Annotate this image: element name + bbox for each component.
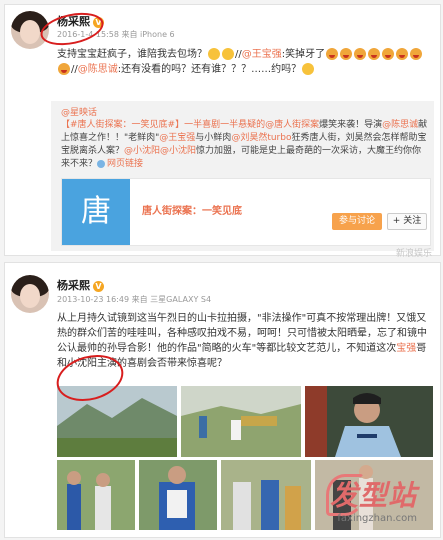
laugh-emoji-icon [396,48,409,60]
link-card[interactable]: 唐 唐人街探案：一笑见底 参与讨论 + 关注 [61,178,431,246]
mention-link[interactable]: @陈思诚 [78,64,118,75]
laugh-emoji-icon [368,48,381,60]
mention-link[interactable]: @陈思诚 [382,120,418,130]
smile-emoji-icon [302,63,315,75]
laugh-emoji-icon [354,48,367,60]
repost-author[interactable]: @星映话 [61,105,97,118]
photo-actor-standing[interactable] [139,460,217,530]
site-watermark-url: faxingzhan.com [337,513,417,524]
username[interactable]: 杨采熙 V [57,277,104,293]
laugh-emoji-icon [326,48,339,60]
mention-link[interactable]: @唐人街探案 [265,120,319,130]
avatar[interactable] [11,275,49,313]
laugh-emoji-icon [208,48,220,60]
follow-button[interactable]: + 关注 [387,213,427,230]
post-meta: 2013-10-23 16:49 来自 三星GALAXY S4 [57,295,212,304]
photo-police-actor[interactable] [305,386,433,457]
photo-crowd[interactable] [221,460,311,530]
repost-box: @星映话 【#唐人街探案：一笑见底#】一半喜剧一半悬疑的@唐人街探案爆笑来袭！导… [51,101,434,251]
mention-link[interactable]: @王宝强 [159,133,195,143]
card-thumbnail: 唐 [62,179,130,245]
source-watermark: 新浪娱乐 [395,249,432,259]
mention-link[interactable]: @刘昊然turbo [231,133,291,143]
web-link[interactable]: 网页链接 [107,159,143,169]
link-icon [97,159,106,168]
card-title[interactable]: 唐人街探案：一笑见底 [142,202,242,217]
mention-link[interactable]: @小沈阳 [160,146,196,156]
mention-link[interactable]: 宝强 [396,343,416,354]
photo-people[interactable] [57,460,135,530]
laugh-emoji-icon [382,48,395,60]
discuss-button[interactable]: 参与讨论 [332,213,382,230]
repost-text: 【#唐人街探案：一笑见底#】一半喜剧一半悬疑的@唐人街探案爆笑来袭！导演@陈思诚… [61,120,428,169]
grin-emoji-icon [222,48,234,60]
site-watermark-logo: 发型站 [329,479,417,512]
post-text: 支持宝宝赶疯子，谁陪我去包场？//@王宝强:笑掉牙了//@陈思诚:还有没看的吗？… [57,47,432,77]
photo-crew[interactable] [181,386,301,457]
laugh-emoji-icon [340,48,353,60]
laugh-emoji-icon [58,63,70,75]
mention-link[interactable]: @王宝强 [242,49,282,60]
mention-link[interactable]: @小沈阳 [124,146,160,156]
laugh-emoji-icon [410,48,423,60]
verified-badge-icon: V [93,280,104,292]
